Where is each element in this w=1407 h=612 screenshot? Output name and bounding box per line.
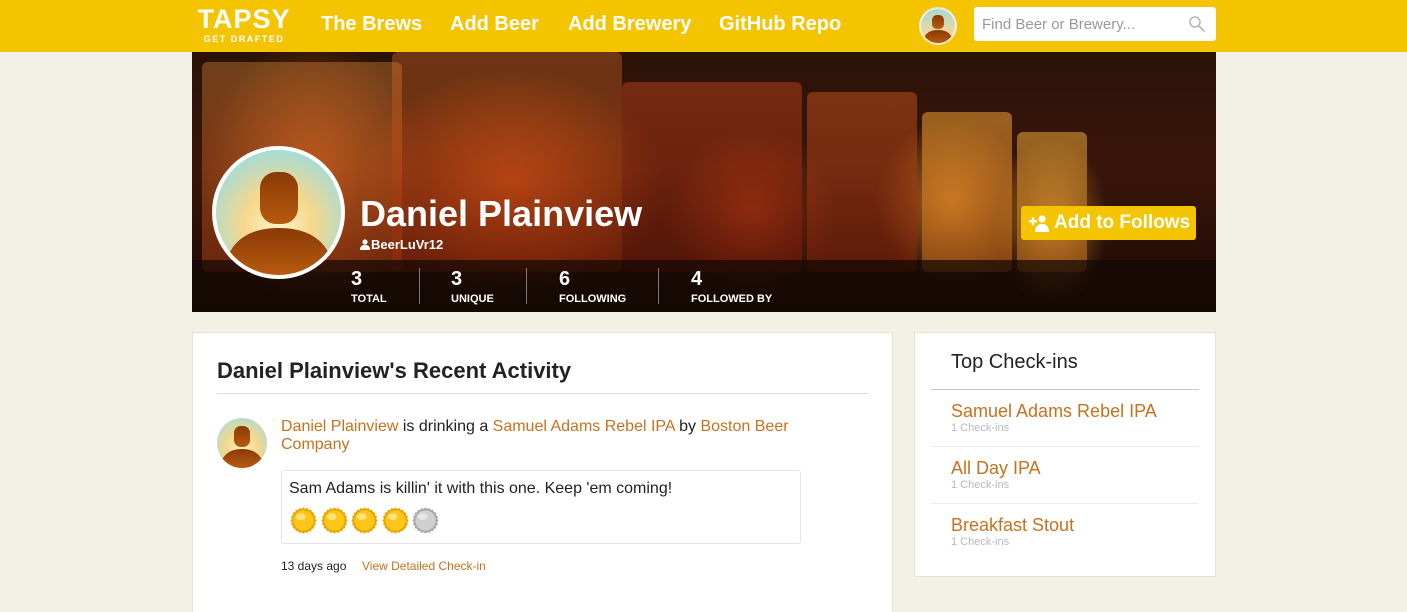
add-user-icon (1029, 215, 1049, 232)
stat-following[interactable]: 6 FOLLOWING (559, 268, 626, 306)
activity-user-avatar[interactable] (217, 418, 267, 468)
cover-beer-glass (807, 92, 917, 272)
stat-unique: 3 UNIQUE (451, 268, 494, 306)
activity-description: Daniel Plainview is drinking a Samuel Ad… (281, 418, 811, 454)
add-to-follows-button[interactable]: Add to Follows (1021, 206, 1196, 240)
stat-label: FOLLOWING (559, 293, 627, 305)
search-icon[interactable] (1188, 15, 1206, 33)
logo-tagline: GET DRAFTED (203, 34, 285, 44)
stat-divider (526, 268, 527, 304)
user-icon (360, 239, 370, 250)
bottle-cap-filled-icon (320, 507, 348, 534)
stat-label: UNIQUE (451, 293, 494, 305)
nav-link-the-brews[interactable]: The Brews (321, 12, 422, 36)
profile-avatar (212, 146, 345, 279)
top-nav-bar: TAPSY GET DRAFTED The Brews Add Beer Add… (0, 0, 1407, 52)
user-silhouette-icon (224, 172, 334, 275)
divider (931, 389, 1199, 390)
user-silhouette-icon (923, 15, 953, 43)
logo-wordmark: TAPSY (197, 4, 291, 34)
nav-link-add-brewery[interactable]: Add Brewery (568, 12, 691, 36)
top-checkin-count: 1 Check-ins (951, 422, 1010, 434)
stat-followed-by[interactable]: 4 FOLLOWED BY (691, 268, 772, 306)
bottle-cap-rating (290, 507, 440, 534)
top-checkin-count: 1 Check-ins (951, 479, 1010, 491)
divider (217, 393, 869, 394)
top-checkins-title: Top Check-ins (951, 351, 1078, 373)
stat-value: 4 (691, 268, 703, 290)
profile-handle-text: BeerLuVr12 (371, 237, 444, 252)
stat-total: 3 TOTAL (351, 268, 387, 306)
stat-value: 6 (559, 268, 571, 290)
tapsy-logo[interactable]: TAPSY GET DRAFTED (192, 4, 296, 48)
stat-value: 3 (351, 268, 363, 290)
user-avatar[interactable] (919, 7, 957, 45)
bottle-cap-filled-icon (351, 507, 378, 534)
bottle-cap-filled-icon (381, 507, 409, 534)
stat-divider (419, 268, 420, 304)
nav-link-add-beer[interactable]: Add Beer (450, 12, 539, 36)
stat-divider (658, 268, 659, 304)
activity-verb: is drinking a (398, 418, 493, 435)
activity-beer-link[interactable]: Samuel Adams Rebel IPA (493, 418, 675, 435)
cover-beer-glass (1017, 132, 1087, 272)
view-detailed-checkin-link[interactable]: View Detailed Check-in (362, 559, 486, 574)
activity-by: by (674, 418, 701, 435)
recent-activity-title: Daniel Plainview's Recent Activity (217, 358, 572, 383)
divider (931, 446, 1199, 447)
nav-link-github-repo[interactable]: GitHub Repo (719, 12, 841, 36)
stat-label: TOTAL (351, 293, 387, 305)
top-checkin-count: 1 Check-ins (951, 536, 1010, 548)
profile-name: Daniel Plainview (360, 193, 643, 234)
activity-user-link[interactable]: Daniel Plainview (281, 418, 398, 435)
top-checkin-beer-link[interactable]: Breakfast Stout (951, 515, 1074, 535)
checkin-comment: Sam Adams is killin' it with this one. K… (289, 480, 673, 497)
divider (931, 503, 1199, 504)
bottle-cap-filled-icon (290, 507, 317, 534)
top-checkin-beer-link[interactable]: Samuel Adams Rebel IPA (951, 401, 1157, 421)
search-box (974, 7, 1216, 41)
bottle-cap-empty-icon (412, 507, 439, 534)
cover-beer-glass (922, 112, 1012, 272)
top-checkin-beer-link[interactable]: All Day IPA (951, 458, 1041, 478)
cover-beer-glass (622, 82, 802, 272)
profile-handle: BeerLuVr12 (360, 237, 443, 253)
stat-value: 3 (451, 268, 463, 290)
checkin-timestamp: 13 days ago (281, 559, 347, 573)
add-to-follows-label: Add to Follows (1054, 212, 1191, 233)
user-silhouette-icon (220, 426, 264, 468)
search-input[interactable] (974, 7, 1184, 41)
stat-label: FOLLOWED BY (691, 293, 773, 305)
